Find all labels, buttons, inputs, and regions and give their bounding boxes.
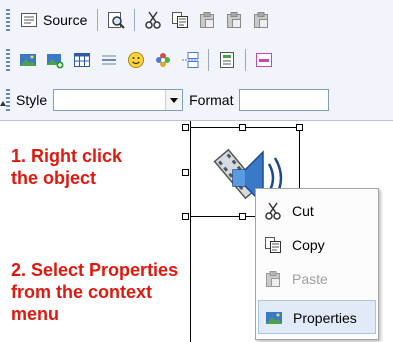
context-menu: Cut Copy Paste Properties [255,188,379,340]
context-menu-item-paste[interactable]: Paste [258,262,376,296]
horizontal-rule-icon [100,51,118,69]
copy-button[interactable] [168,8,192,32]
style-combo[interactable] [53,89,184,111]
scissors-icon [144,11,162,29]
context-menu-label: Copy [292,237,325,253]
instruction-step-2: 2. Select Properties from the context me… [11,260,179,324]
context-menu-label: Cut [292,203,314,219]
source-icon [20,11,38,29]
resize-handle[interactable] [296,124,303,131]
toolbar-grip[interactable] [6,49,10,71]
context-menu-item-copy[interactable]: Copy [258,228,376,262]
insert-image-icon [46,51,64,69]
context-menu-item-properties[interactable]: Properties [258,300,376,334]
table-icon [73,51,91,69]
source-label: Source [43,12,88,28]
scissors-icon [264,202,282,220]
flower-icon [154,51,172,69]
toolbar-row-1: Source [6,6,276,34]
resize-handle[interactable] [182,124,189,131]
source-button[interactable]: Source [16,8,91,32]
style-label: Style [16,92,48,108]
toolbar-row-2 [6,46,279,74]
paste-icon [264,270,282,288]
image-icon [19,51,37,69]
toolbar-separator [134,9,136,31]
context-menu-item-cut[interactable]: Cut [258,194,376,228]
toolbar-grip[interactable] [6,9,10,31]
smiley-icon [127,51,145,69]
resize-handle[interactable] [182,213,189,220]
paste-button[interactable] [195,8,219,32]
resize-handle[interactable] [182,169,189,176]
paste-word-button[interactable] [249,8,273,32]
toolbar-separator [208,49,209,71]
paste-text-icon [225,11,243,29]
image-button[interactable] [16,48,40,72]
format-combo[interactable] [239,89,330,111]
properties-icon [265,309,283,327]
form-icon [218,51,236,69]
paste-icon [198,11,216,29]
insert-image-button[interactable] [43,48,67,72]
cut-button[interactable] [141,8,165,32]
preview-button[interactable] [104,8,128,32]
toolbar-separator [97,9,99,31]
copy-icon [264,236,282,254]
form-button[interactable] [215,48,239,72]
toolbar-separator [245,49,246,71]
flash-icon [255,51,273,69]
preview-icon [107,11,126,29]
resize-handle[interactable] [239,124,246,131]
resize-handle[interactable] [239,213,246,220]
editor-toolbar: Source Style Format [0,0,393,121]
toolbar-row-3: Style Format [6,86,335,114]
table-button[interactable] [70,48,94,72]
page-break-button[interactable] [178,48,202,72]
chevron-down-icon[interactable] [165,90,183,110]
flash-button[interactable] [252,48,276,72]
smiley-button[interactable] [124,48,148,72]
copy-icon [171,11,189,29]
context-menu-label: Properties [293,310,357,326]
page-break-icon [181,51,199,69]
format-label: Format [189,92,234,108]
context-menu-label: Paste [292,271,328,287]
paste-word-icon [252,11,270,29]
instruction-step-1: 1. Right click the object [11,146,123,188]
toolbar-grip[interactable] [6,89,10,111]
special-char-button[interactable] [151,48,175,72]
horizontal-rule-button[interactable] [97,48,121,72]
paste-text-button[interactable] [222,8,246,32]
